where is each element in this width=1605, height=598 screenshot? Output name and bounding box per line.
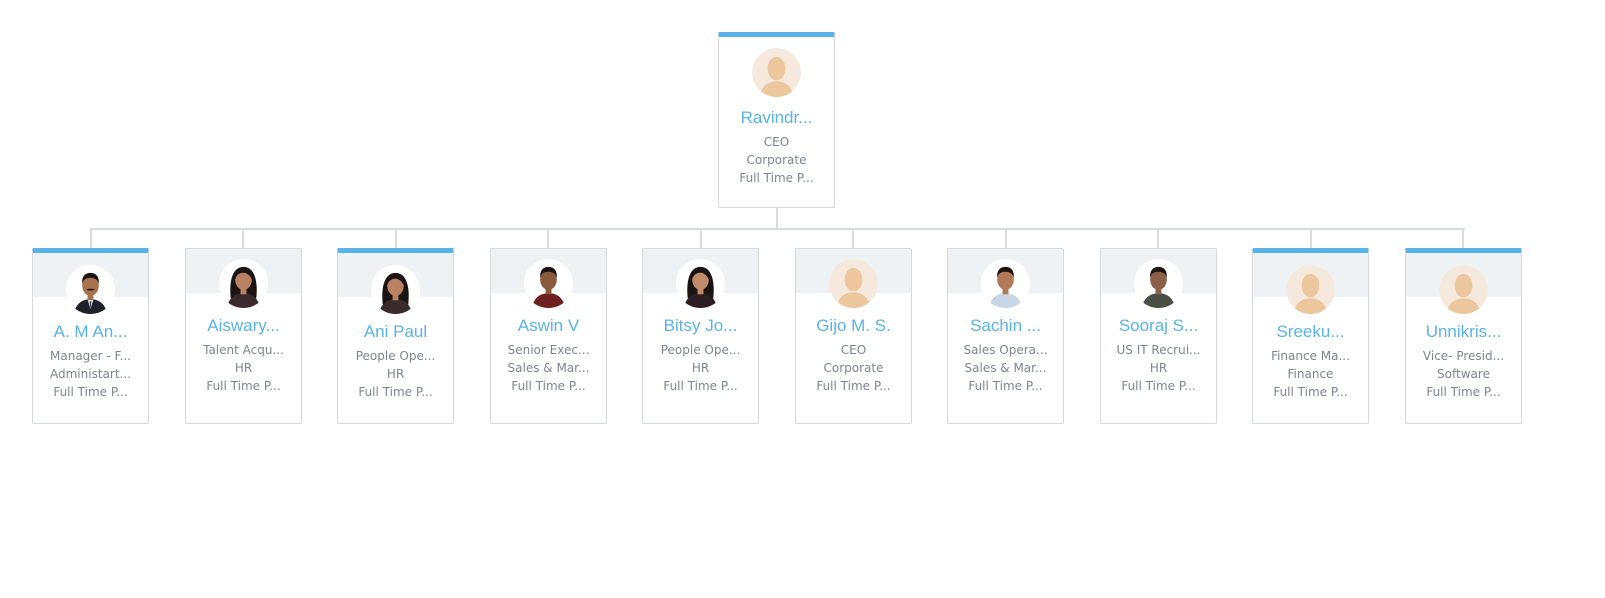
employee-details: Vice- Presid... Software Full Time P... [1410,347,1517,401]
employee-designation: People Ope... [660,343,741,357]
avatar [218,259,268,308]
employee-name: Gijo M. S. [816,316,891,335]
employee-department: Corporate [746,153,807,167]
avatar [675,259,725,308]
employee-details: People Ope... HR Full Time P... [342,347,449,401]
avatar [980,259,1030,308]
employee-name: A. M An... [53,322,128,341]
employee-name: Sooraj S... [1118,316,1199,335]
employee-card[interactable]: Sreeku... Finance Ma... Finance Full Time P… [1252,248,1369,424]
employee-type: Full Time P... [1121,379,1196,393]
employee-card[interactable]: Aiswary... Talent Acqu... HR Full Time P... [185,248,302,424]
employee-details: Senior Exec... Sales & Mar... Full Time P.… [495,341,602,395]
default-avatar-icon [1285,265,1335,314]
employee-name: Aswin V [517,316,580,335]
employee-designation: CEO [840,343,867,357]
connector-child-drop [1005,228,1007,248]
employee-department: Administart... [50,367,131,381]
employee-department: HR [234,361,253,375]
connector-child-drop [1157,228,1159,248]
connector-bus [90,228,1465,230]
connector-child-drop [700,228,702,248]
employee-designation: Senior Exec... [507,343,590,357]
employee-department: Sales & Mar... [507,361,590,375]
employee-name: Bitsy Jo... [663,316,738,335]
employee-department: Software [1437,367,1490,381]
employee-card[interactable]: Ani Paul People Ope... HR Full Time P... [337,248,454,424]
avatar [1133,259,1183,308]
employee-card[interactable]: Gijo M. S. CEO Corporate Full Time P... [795,248,912,424]
employee-name: Aiswary... [207,316,280,335]
employee-department: HR [1149,361,1168,375]
employee-details: Sales Opera... Sales & Mar... Full Time P.… [952,341,1059,395]
employee-type: Full Time P... [358,385,433,399]
employee-type: Full Time P... [816,379,891,393]
employee-details: US IT Recrui... HR Full Time P... [1105,341,1212,395]
employee-designation: People Ope... [355,349,436,363]
employee-card-root[interactable]: Ravindr... CEO Corporate Full Time P... [718,32,835,208]
employee-type: Full Time P... [663,379,738,393]
employee-designation: US IT Recrui... [1116,343,1201,357]
employee-designation: Vice- Presid... [1422,349,1505,363]
employee-card[interactable]: Bitsy Jo... People Ope... HR Full Time P... [642,248,759,424]
avatar [65,265,115,314]
connector-root-down [776,208,778,228]
employee-designation: Manager - F... [50,349,131,363]
connector-child-drop [852,228,854,248]
employee-type: Full Time P... [968,379,1043,393]
connector-child-drop [1462,228,1464,248]
employee-details: CEO Corporate Full Time P... [723,133,830,187]
employee-card[interactable]: Unnikris... Vice- Presid... Software Full T… [1405,248,1522,424]
employee-card[interactable]: Sooraj S... US IT Recrui... HR Full Time P.… [1100,248,1217,424]
employee-department: HR [691,361,710,375]
connector-child-drop [90,228,92,248]
employee-name: Ravindr... [740,108,813,127]
employee-card[interactable]: Aswin V Senior Exec... Sales & Mar... Full … [490,248,607,424]
default-avatar-icon [1438,265,1488,314]
employee-department: Corporate [823,361,884,375]
employee-type: Full Time P... [53,385,128,399]
default-avatar-icon [751,48,801,97]
employee-type: Full Time P... [206,379,281,393]
connector-child-drop [547,228,549,248]
employee-details: CEO Corporate Full Time P... [800,341,907,395]
employee-card[interactable]: Sachin ... Sales Opera... Sales & Mar... Fu… [947,248,1064,424]
employee-designation: Sales Opera... [963,343,1048,357]
employee-type: Full Time P... [1273,385,1348,399]
connector-child-drop [242,228,244,248]
employee-designation: Finance Ma... [1271,349,1350,363]
connector-child-drop [395,228,397,248]
default-avatar-icon [828,259,878,308]
connector-child-drop [1310,228,1312,248]
employee-name: Ani Paul [363,322,428,341]
employee-designation: CEO [763,135,790,149]
employee-details: Finance Ma... Finance Full Time P... [1257,347,1364,401]
employee-name: Sreeku... [1276,322,1345,341]
employee-type: Full Time P... [511,379,586,393]
employee-type: Full Time P... [739,171,814,185]
employee-details: Talent Acqu... HR Full Time P... [190,341,297,395]
employee-details: People Ope... HR Full Time P... [647,341,754,395]
employee-details: Manager - F... Administart... Full Time P.… [37,347,144,401]
employee-type: Full Time P... [1426,385,1501,399]
employee-name: Unnikris... [1425,322,1502,341]
employee-card[interactable]: A. M An... Manager - F... Administart... Fu… [32,248,149,424]
avatar [370,265,420,314]
employee-department: Finance [1287,367,1334,381]
employee-name: Sachin ... [970,316,1041,335]
employee-designation: Talent Acqu... [203,343,284,357]
avatar [523,259,573,308]
employee-department: Sales & Mar... [964,361,1047,375]
employee-department: HR [386,367,405,381]
org-chart: Ravindr... CEO Corporate Full Time P... A. M… [0,0,1605,598]
